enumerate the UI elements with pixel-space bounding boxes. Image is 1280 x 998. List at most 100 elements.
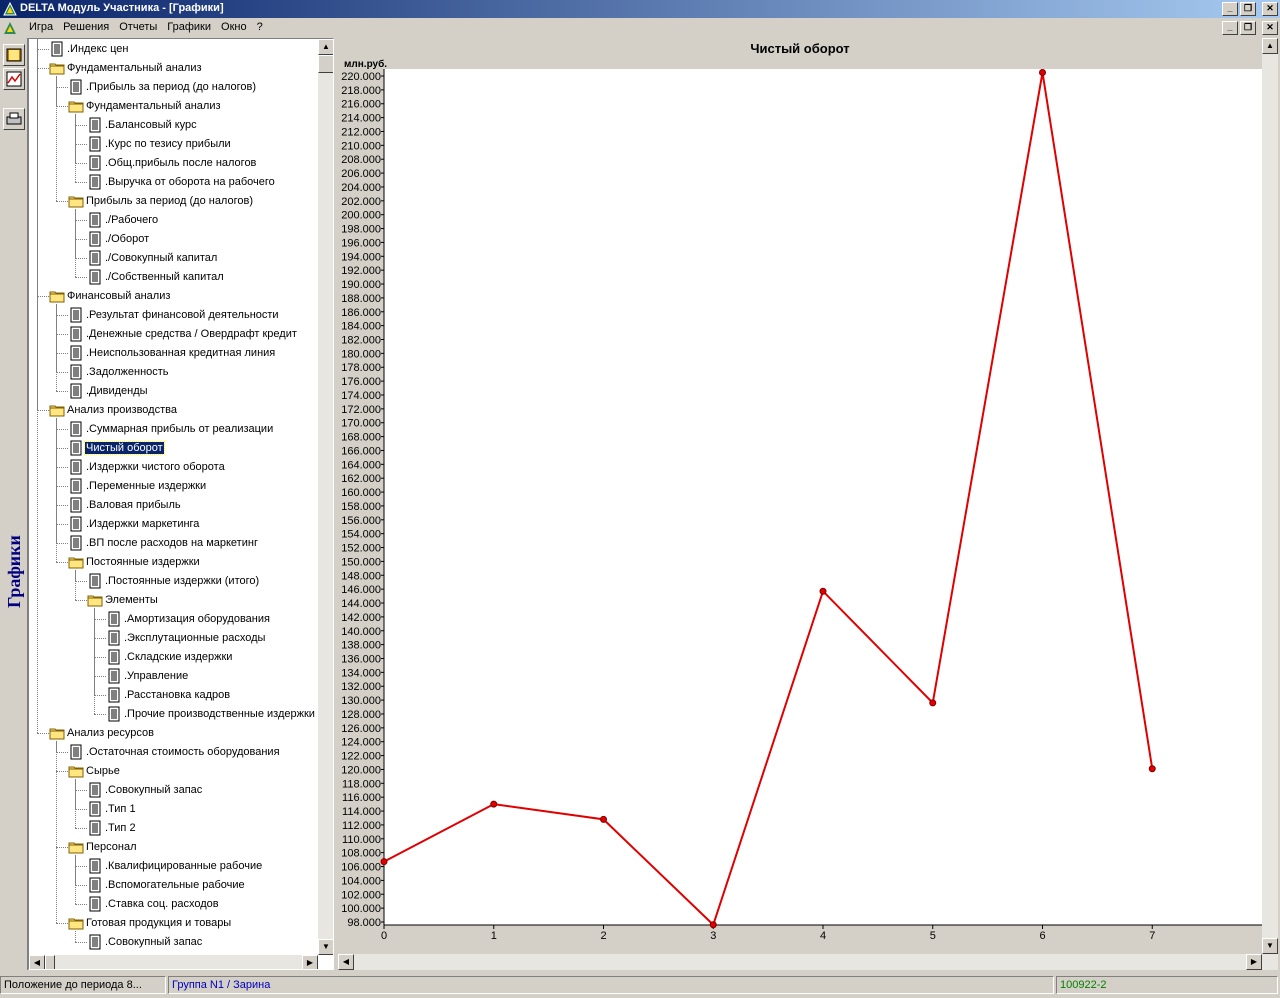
tree-item[interactable]: .Остаточная стоимость оборудования bbox=[29, 743, 317, 762]
scroll-left-button[interactable]: ◀ bbox=[29, 955, 45, 969]
tree-item[interactable]: ./Рабочего bbox=[29, 211, 317, 230]
tree-item[interactable]: .Издержки маркетинга bbox=[29, 515, 317, 534]
tree-item[interactable]: .Прибыль за период (до налогов) bbox=[29, 78, 317, 97]
tree-item[interactable]: Персонал bbox=[29, 838, 317, 857]
chart-scroll-right-button[interactable]: ▶ bbox=[1246, 954, 1262, 970]
tree-item[interactable]: Анализ производства bbox=[29, 401, 317, 420]
chart-scroll-down-button[interactable]: ▼ bbox=[1262, 938, 1278, 954]
tree-connector bbox=[75, 258, 87, 259]
chart-tree[interactable]: .Индекс цен Фундаментальный анализ .Прибыл… bbox=[29, 39, 317, 955]
tree-item[interactable]: .Эксплутационные расходы bbox=[29, 629, 317, 648]
tree-item[interactable]: .Постоянные издержки (итого) bbox=[29, 572, 317, 591]
child-close-button[interactable]: ✕ bbox=[1262, 21, 1278, 35]
tree-item[interactable]: .Задолженность bbox=[29, 363, 317, 382]
menu-decisions[interactable]: Решения bbox=[58, 21, 114, 33]
data-point bbox=[709, 921, 717, 929]
y-tick-label: 156.000 bbox=[341, 515, 381, 527]
hscroll-thumb[interactable] bbox=[45, 955, 55, 969]
tree-connector bbox=[56, 315, 68, 316]
tree-connector bbox=[37, 39, 38, 733]
tree-item[interactable]: .Курс по тезису прибыли bbox=[29, 135, 317, 154]
tree-item[interactable]: .Денежные средства / Овердрафт кредит bbox=[29, 325, 317, 344]
tree-item[interactable]: ./Оборот bbox=[29, 230, 317, 249]
tree-item[interactable]: .Неиспользованная кредитная линия bbox=[29, 344, 317, 363]
tree-item[interactable]: .Переменные издержки bbox=[29, 477, 317, 496]
tree-item[interactable]: Фундаментальный анализ bbox=[29, 97, 317, 116]
tree-vertical-scrollbar[interactable]: ▲ ▼ bbox=[318, 39, 333, 955]
tree-item[interactable]: ./Собственный капитал bbox=[29, 268, 317, 287]
tree-item[interactable]: .Совокупный запас bbox=[29, 781, 317, 800]
menu-game[interactable]: Игра bbox=[24, 21, 58, 33]
chart-scroll-left-button[interactable]: ◀ bbox=[338, 954, 354, 970]
tree-item[interactable]: Сырье bbox=[29, 762, 317, 781]
tree-item[interactable]: .Индекс цен bbox=[29, 40, 317, 59]
tree-item-label: .Совокупный запас bbox=[105, 936, 203, 948]
tree-item[interactable]: ./Совокупный капитал bbox=[29, 249, 317, 268]
tree-item[interactable]: Фундаментальный анализ bbox=[29, 59, 317, 78]
tree-connector bbox=[56, 486, 68, 487]
tree-item[interactable]: .Балансовый курс bbox=[29, 116, 317, 135]
tree-item[interactable]: .Ставка соц. расходов bbox=[29, 895, 317, 914]
tree-item[interactable]: .Квалифицированные рабочие bbox=[29, 857, 317, 876]
tree-item[interactable]: .Вспомогательные рабочие bbox=[29, 876, 317, 895]
menu-window[interactable]: Окно bbox=[216, 21, 252, 33]
chart-vertical-scrollbar[interactable] bbox=[1262, 38, 1278, 954]
tree-item[interactable]: Элементы bbox=[29, 591, 317, 610]
child-restore-button[interactable]: ❐ bbox=[1240, 21, 1256, 35]
tree-connector bbox=[56, 741, 57, 923]
scroll-right-button[interactable]: ▶ bbox=[302, 955, 318, 969]
printer-tool-button[interactable] bbox=[3, 108, 25, 130]
tree-item[interactable]: Готовая продукция и товары bbox=[29, 914, 317, 933]
document-icon bbox=[87, 117, 103, 133]
tree-item[interactable]: .Прочие производственные издержки bbox=[29, 705, 317, 724]
tree-item[interactable]: Финансовый анализ bbox=[29, 287, 317, 306]
scroll-down-button[interactable]: ▼ bbox=[318, 939, 333, 955]
y-tick-label: 130.000 bbox=[341, 695, 381, 707]
tree-item[interactable]: .Амортизация оборудования bbox=[29, 610, 317, 629]
tree-item[interactable]: .Дивиденды bbox=[29, 382, 317, 401]
document-icon bbox=[87, 269, 103, 285]
tree-horizontal-scrollbar[interactable]: ◀ ▶ bbox=[29, 955, 318, 969]
chart-horizontal-scrollbar[interactable] bbox=[338, 954, 1278, 970]
tree-item-label: Элементы bbox=[105, 594, 158, 606]
minimize-button[interactable]: _ bbox=[1222, 2, 1238, 16]
tree-item[interactable]: .Суммарная прибыль от реализации bbox=[29, 420, 317, 439]
tree-item[interactable]: .Результат финансовой деятельности bbox=[29, 306, 317, 325]
tree-item[interactable]: .Общ.прибыль после налогов bbox=[29, 154, 317, 173]
tree-item[interactable]: .Тип 1 bbox=[29, 800, 317, 819]
scroll-thumb[interactable] bbox=[318, 55, 333, 73]
chart-tool-button[interactable] bbox=[3, 68, 25, 90]
tree-item[interactable]: .Валовая прибыль bbox=[29, 496, 317, 515]
tree-item[interactable]: .Расстановка кадров bbox=[29, 686, 317, 705]
tree-item[interactable]: .Издержки чистого оборота bbox=[29, 458, 317, 477]
restore-button[interactable]: ❐ bbox=[1240, 2, 1256, 16]
chart-panel: Чистый оборот млн.руб. 98.000 100.000 102.… bbox=[338, 38, 1278, 970]
tree-item[interactable]: .Управление bbox=[29, 667, 317, 686]
tree-item[interactable]: .Выручка от оборота на рабочего bbox=[29, 173, 317, 192]
close-button[interactable]: ✕ bbox=[1262, 2, 1278, 16]
tree-item[interactable]: .Тип 2 bbox=[29, 819, 317, 838]
tree-item[interactable]: Прибыль за период (до налогов) bbox=[29, 192, 317, 211]
menu-help[interactable]: ? bbox=[252, 21, 268, 33]
tree-item[interactable]: .Складские издержки bbox=[29, 648, 317, 667]
scroll-up-button[interactable]: ▲ bbox=[318, 39, 333, 55]
tree-connector bbox=[75, 209, 76, 277]
tree-item-label: .Квалифицированные рабочие bbox=[105, 860, 263, 872]
tree-item-label: .Курс по тезису прибыли bbox=[105, 138, 231, 150]
chart-icon bbox=[6, 71, 22, 87]
tree-item-label: .Тип 2 bbox=[105, 822, 136, 834]
menu-charts[interactable]: Графики bbox=[162, 21, 216, 33]
document-icon bbox=[87, 250, 103, 266]
tree-item[interactable]: .Совокупный запас bbox=[29, 933, 317, 952]
left-toolbar: Графики bbox=[0, 38, 28, 970]
chart-scroll-up-button[interactable]: ▲ bbox=[1262, 38, 1278, 54]
tree-item[interactable]: .ВП после расходов на маркетинг bbox=[29, 534, 317, 553]
tree-item[interactable]: Постоянные издержки bbox=[29, 553, 317, 572]
menu-reports[interactable]: Отчеты bbox=[114, 21, 162, 33]
tree-connector bbox=[75, 570, 76, 600]
child-window-icon[interactable] bbox=[3, 21, 17, 35]
tree-item[interactable]: Чистый оборот bbox=[29, 439, 317, 458]
tree-item[interactable]: Анализ ресурсов bbox=[29, 724, 317, 743]
child-minimize-button[interactable]: _ bbox=[1222, 21, 1238, 35]
book-tool-button[interactable] bbox=[3, 44, 25, 66]
